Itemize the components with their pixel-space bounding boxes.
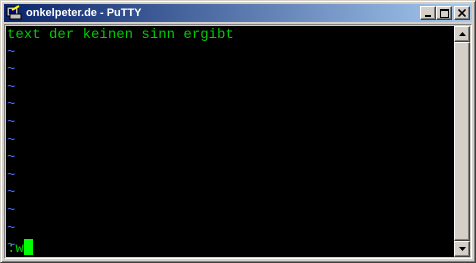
arrow-up-icon [458, 32, 466, 36]
maximize-icon [439, 8, 449, 18]
empty-line-marker: ~ [7, 79, 16, 96]
empty-line-marker: ~ [7, 44, 16, 61]
close-button[interactable] [454, 6, 470, 20]
close-icon [458, 9, 466, 17]
window-title: onkelpeter.de - PuTTY [26, 7, 142, 19]
scrollbar-thumb[interactable] [454, 42, 470, 241]
window-controls [420, 6, 470, 20]
terminal-screen[interactable]: text der keinen sinn ergibt ~ ~ ~ ~ ~ ~ … [6, 26, 456, 257]
command-line[interactable]: :w [7, 239, 33, 257]
empty-line-marker: ~ [7, 238, 16, 255]
empty-line-marker: ~ [7, 132, 16, 149]
arrow-down-icon [458, 247, 466, 251]
empty-line-marker: ~ [7, 97, 16, 114]
maximize-button[interactable] [436, 6, 452, 20]
vertical-scrollbar[interactable] [454, 26, 470, 257]
empty-line-marker: ~ [7, 114, 16, 131]
title-bar[interactable]: onkelpeter.de - PuTTY [4, 4, 472, 22]
minimize-button[interactable] [420, 6, 436, 20]
terminal-lines: text der keinen sinn ergibt ~ ~ ~ ~ ~ ~ … [7, 27, 234, 256]
empty-line-marker: ~ [7, 185, 16, 202]
client-area: text der keinen sinn ergibt ~ ~ ~ ~ ~ ~ … [4, 24, 472, 259]
command-text: :w [7, 241, 24, 257]
empty-line-marker: ~ [7, 220, 16, 237]
minimize-icon [425, 15, 431, 17]
terminal-line: text der keinen sinn ergibt [7, 27, 234, 43]
empty-line-marker: ~ [7, 167, 16, 184]
empty-line-marker: ~ [7, 62, 16, 79]
putty-terminal-icon[interactable] [6, 5, 22, 21]
scroll-down-button[interactable] [454, 241, 470, 257]
text-cursor [23, 239, 33, 256]
empty-line-marker: ~ [7, 202, 16, 219]
scroll-up-button[interactable] [454, 26, 470, 42]
putty-window: onkelpeter.de - PuTTY text der keinen si… [0, 0, 476, 263]
empty-line-marker: ~ [7, 150, 16, 167]
